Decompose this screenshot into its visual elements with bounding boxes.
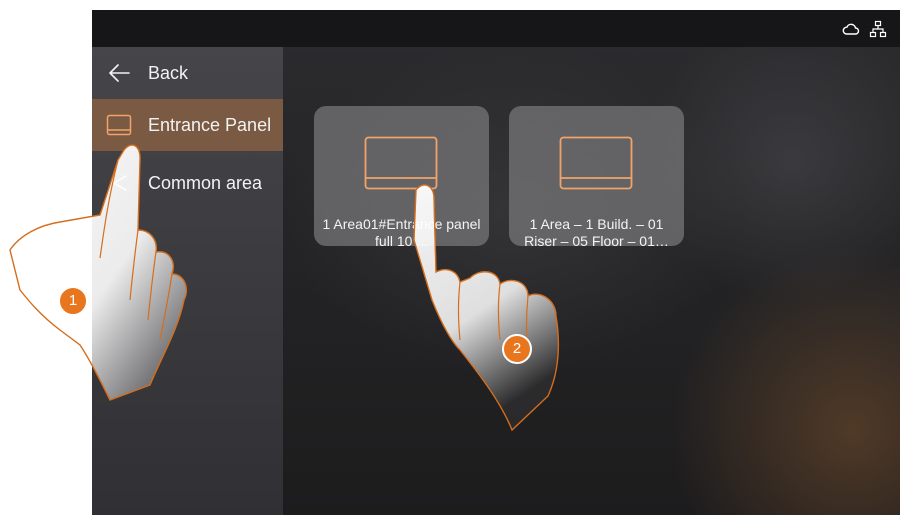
sidebar-item-entrance-panel[interactable]: Entrance Panel bbox=[92, 99, 283, 151]
back-button[interactable]: Back bbox=[92, 47, 283, 99]
step-badge-2: 2 bbox=[502, 334, 532, 364]
sidebar: Back Entrance Panel Common area bbox=[92, 47, 283, 515]
entrance-panel-icon bbox=[559, 136, 633, 190]
sidebar-item-label: Common area bbox=[148, 172, 263, 193]
back-label: Back bbox=[148, 62, 189, 83]
cloud-icon bbox=[842, 20, 860, 38]
device-tile[interactable]: 1 Area – 1 Build. – 01 Riser – 05 Floor … bbox=[509, 106, 684, 249]
device-screen: Back Entrance Panel Common area 1 Area01… bbox=[92, 10, 900, 515]
network-icon bbox=[869, 20, 887, 38]
sidebar-item-label: Entrance Panel bbox=[148, 114, 272, 135]
area-icon bbox=[106, 170, 132, 196]
device-tile-label: 1 Area01#Entrance panel full 10 ... bbox=[322, 216, 481, 249]
entrance-panel-icon bbox=[364, 136, 438, 190]
arrow-left-icon bbox=[106, 60, 132, 86]
sidebar-item-common-area[interactable]: Common area bbox=[92, 157, 283, 209]
device-tile-label: 1 Area – 1 Build. – 01 Riser – 05 Floor … bbox=[524, 216, 669, 249]
status-bar bbox=[92, 10, 900, 47]
step-badge-1: 1 bbox=[58, 286, 88, 316]
device-tile[interactable]: 1 Area01#Entrance panel full 10 ... bbox=[314, 106, 489, 249]
panel-icon bbox=[106, 112, 132, 138]
